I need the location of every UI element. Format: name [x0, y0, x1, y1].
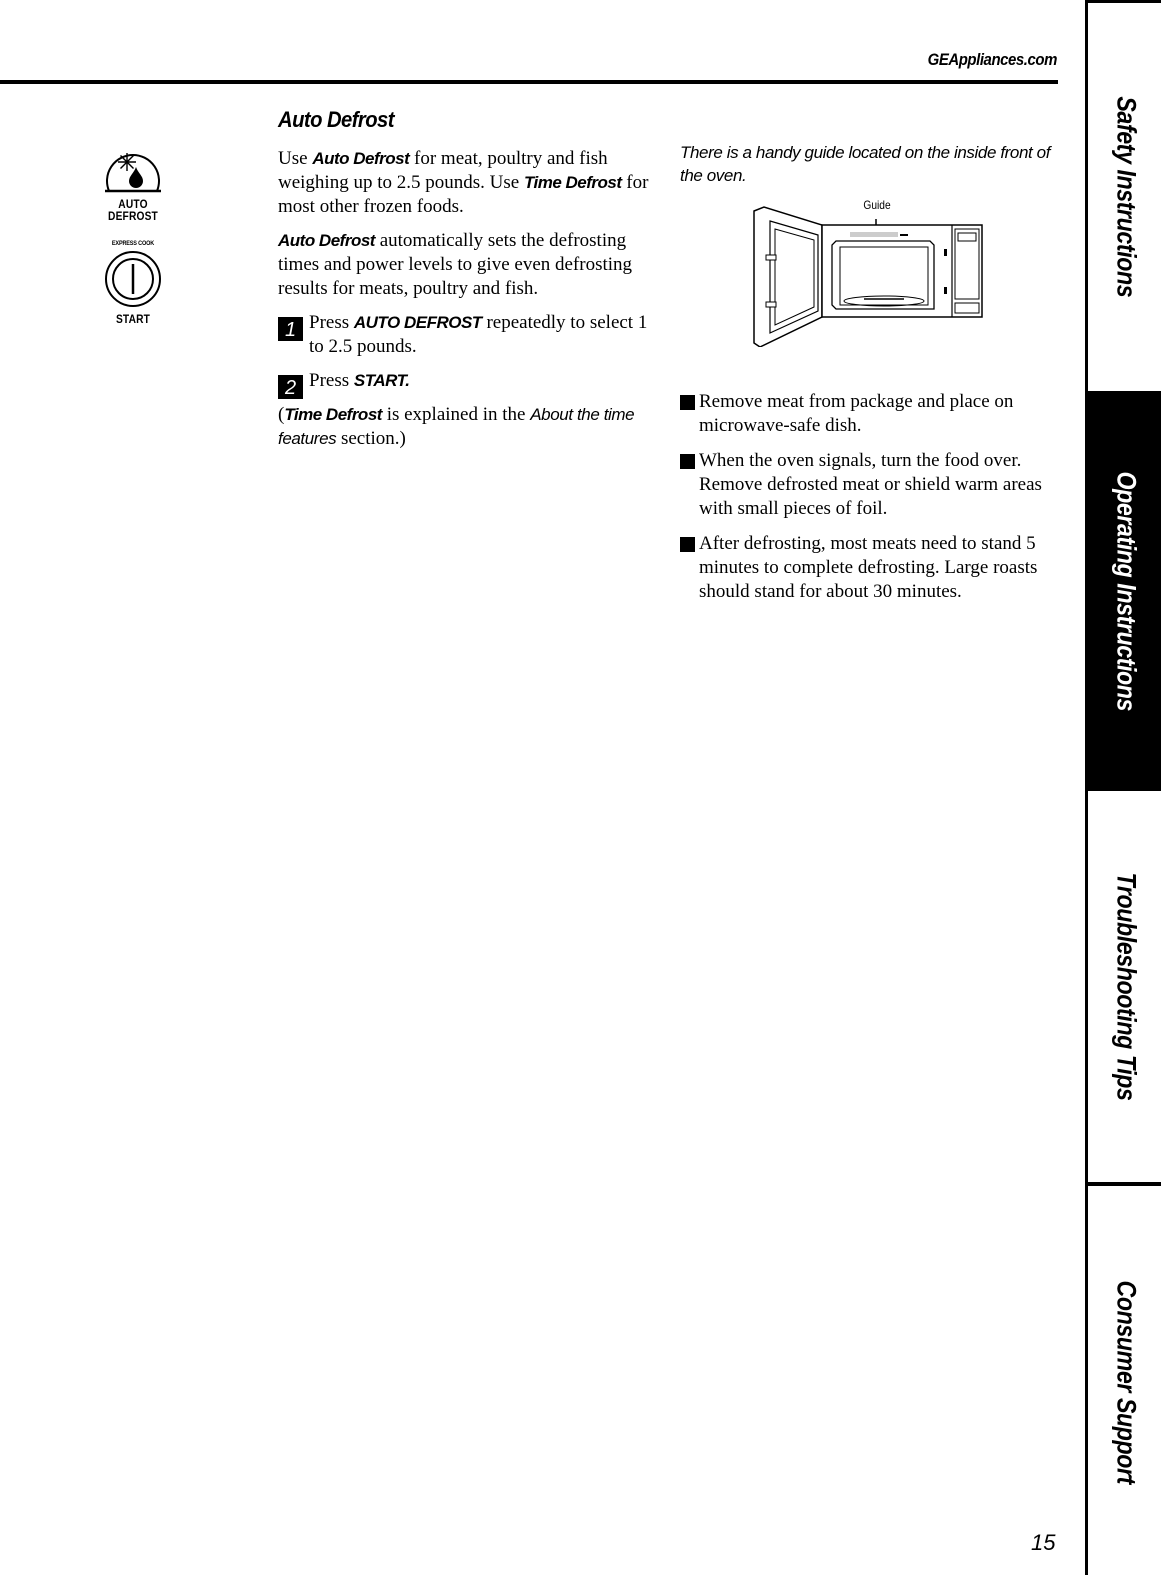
tab-operating-instructions[interactable]: Operating Instructions — [1088, 392, 1161, 791]
square-bullet-icon — [680, 395, 695, 410]
start-icon — [105, 251, 161, 307]
website-url: GEAppliances.com — [927, 50, 1058, 69]
bullet-text: After defrosting, most meats need to sta… — [699, 533, 1038, 602]
square-bullet-icon — [680, 537, 695, 552]
list-item: After defrosting, most meats need to sta… — [680, 532, 1055, 604]
section-tabs: Safety Instructions Operating Instructio… — [1085, 0, 1161, 1575]
emphasis: AUTO DEFROST — [353, 313, 482, 332]
tab-troubleshooting-tips[interactable]: Troubleshooting Tips — [1088, 791, 1161, 1186]
page-number: 15 — [1031, 1530, 1056, 1555]
guide-section: There is a handy guide located on the in… — [680, 141, 1055, 615]
text: section.) — [336, 428, 406, 449]
guide-intro: There is a handy guide located on the in… — [680, 143, 1051, 185]
list-item: When the oven signals, turn the food ove… — [680, 449, 1055, 521]
emphasis: Auto Defrost — [312, 149, 410, 168]
microwave-illustration: Guide — [680, 187, 1055, 382]
step-number-badge: 2 — [278, 375, 303, 399]
text: Press — [309, 370, 354, 391]
auto-defrost-icon — [105, 153, 161, 193]
description-paragraph: Auto Defrost automatically sets the defr… — [278, 229, 658, 301]
emphasis: Auto Defrost — [278, 231, 375, 250]
tab-consumer-support[interactable]: Consumer Support — [1088, 1186, 1161, 1578]
express-cook-caption: EXPRESS COOK — [111, 240, 155, 247]
auto-defrost-key: AUTO DEFROST — [98, 145, 168, 222]
bullet-text: When the oven signals, turn the food ove… — [699, 450, 1042, 519]
text: is explained in the — [381, 404, 531, 425]
step-number-badge: 1 — [278, 317, 303, 341]
emphasis: Time Defrost — [523, 173, 622, 192]
emphasis: Time Defrost — [284, 405, 382, 424]
square-bullet-icon — [680, 454, 695, 469]
text: Press — [309, 312, 354, 333]
section-title: Auto Defrost — [278, 107, 394, 132]
text: Use — [278, 148, 313, 169]
header-rule — [0, 80, 1058, 84]
intro-paragraph: Use Auto Defrost for meat, poultry and f… — [278, 147, 658, 219]
bullet-text: Remove meat from package and place on mi… — [699, 391, 1014, 436]
list-item: Remove meat from package and place on mi… — [680, 390, 1055, 438]
tab-label: Consumer Support — [1111, 1280, 1142, 1484]
tab-safety-instructions[interactable]: Safety Instructions — [1088, 3, 1161, 395]
step-1: 1 Press AUTO DEFROST repeatedly to selec… — [278, 311, 658, 359]
note-paragraph: (Time Defrost is explained in the About … — [278, 403, 658, 451]
start-caption: START — [115, 312, 151, 326]
tab-label: Operating Instructions — [1111, 471, 1142, 712]
auto-defrost-caption-line2: DEFROST — [108, 209, 158, 223]
emphasis: START. — [353, 371, 410, 390]
step-2: 2 Press START. — [278, 369, 658, 399]
defrost-tips-list: Remove meat from package and place on mi… — [680, 390, 1055, 604]
tab-label: Safety Instructions — [1111, 96, 1142, 298]
tab-label: Troubleshooting Tips — [1111, 872, 1142, 1101]
microwave-open-door-icon — [753, 206, 983, 347]
start-key: EXPRESS COOK START — [98, 240, 168, 325]
auto-defrost-section: Auto Defrost Use Auto Defrost for meat, … — [278, 107, 658, 461]
